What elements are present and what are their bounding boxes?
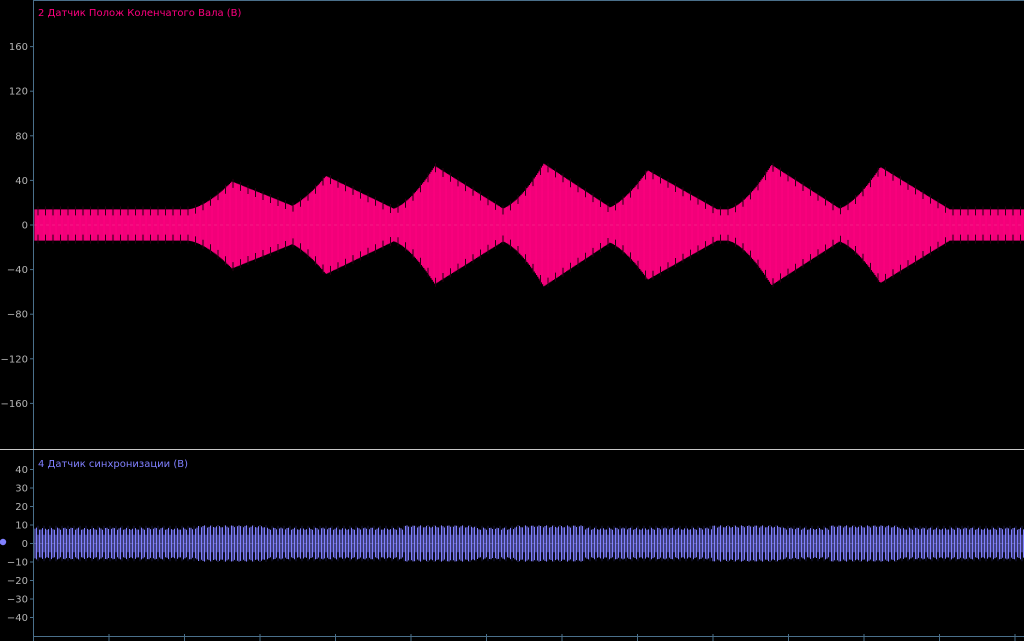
y-tick-label: 80 bbox=[15, 131, 28, 142]
channel-2-y-axis: 160 120 80 40 0 −40 −80 −120 −160 bbox=[1, 42, 34, 410]
y-tick-label: −20 bbox=[7, 576, 28, 587]
y-tick-label: −120 bbox=[1, 354, 28, 365]
y-tick-label: −40 bbox=[7, 613, 28, 624]
y-tick-label: −10 bbox=[7, 558, 28, 569]
y-tick-label: −160 bbox=[1, 399, 28, 410]
channel-4-waveform bbox=[34, 525, 1024, 562]
y-tick-label: 0 bbox=[22, 221, 28, 232]
y-tick-label: 160 bbox=[9, 42, 28, 53]
y-tick-label: 120 bbox=[9, 87, 28, 98]
y-tick-label: 40 bbox=[15, 176, 28, 187]
channel-4-y-axis: 40 30 20 10 0 −10 −20 −30 −40 bbox=[7, 465, 34, 624]
channel-4-title: 4 Датчик синхронизации (В) bbox=[38, 459, 188, 470]
y-tick-label: 10 bbox=[15, 521, 28, 532]
channel-4-zero-marker[interactable] bbox=[0, 538, 7, 546]
channel-2-title: 2 Датчик Полож Коленчатого Вала (В) bbox=[38, 8, 242, 19]
y-tick-label: 30 bbox=[15, 484, 28, 495]
oscilloscope-display: 160 120 80 40 0 −40 −80 −120 −160 2 Датчик Полож… bbox=[0, 0, 1024, 641]
y-tick-label: 40 bbox=[15, 465, 28, 476]
channel-2-panel: 160 120 80 40 0 −40 −80 −120 −160 2 Датчик Полож… bbox=[1, 2, 1024, 448]
y-tick-label: −40 bbox=[7, 265, 28, 276]
channel-4-panel: 40 30 20 10 0 −10 −20 −30 −40 4 Датчик синхрониз… bbox=[0, 451, 1024, 636]
y-tick-label: 20 bbox=[15, 502, 28, 513]
y-tick-label: 0 bbox=[22, 539, 28, 550]
y-tick-label: −30 bbox=[7, 595, 28, 606]
y-tick-label: −80 bbox=[7, 310, 28, 321]
